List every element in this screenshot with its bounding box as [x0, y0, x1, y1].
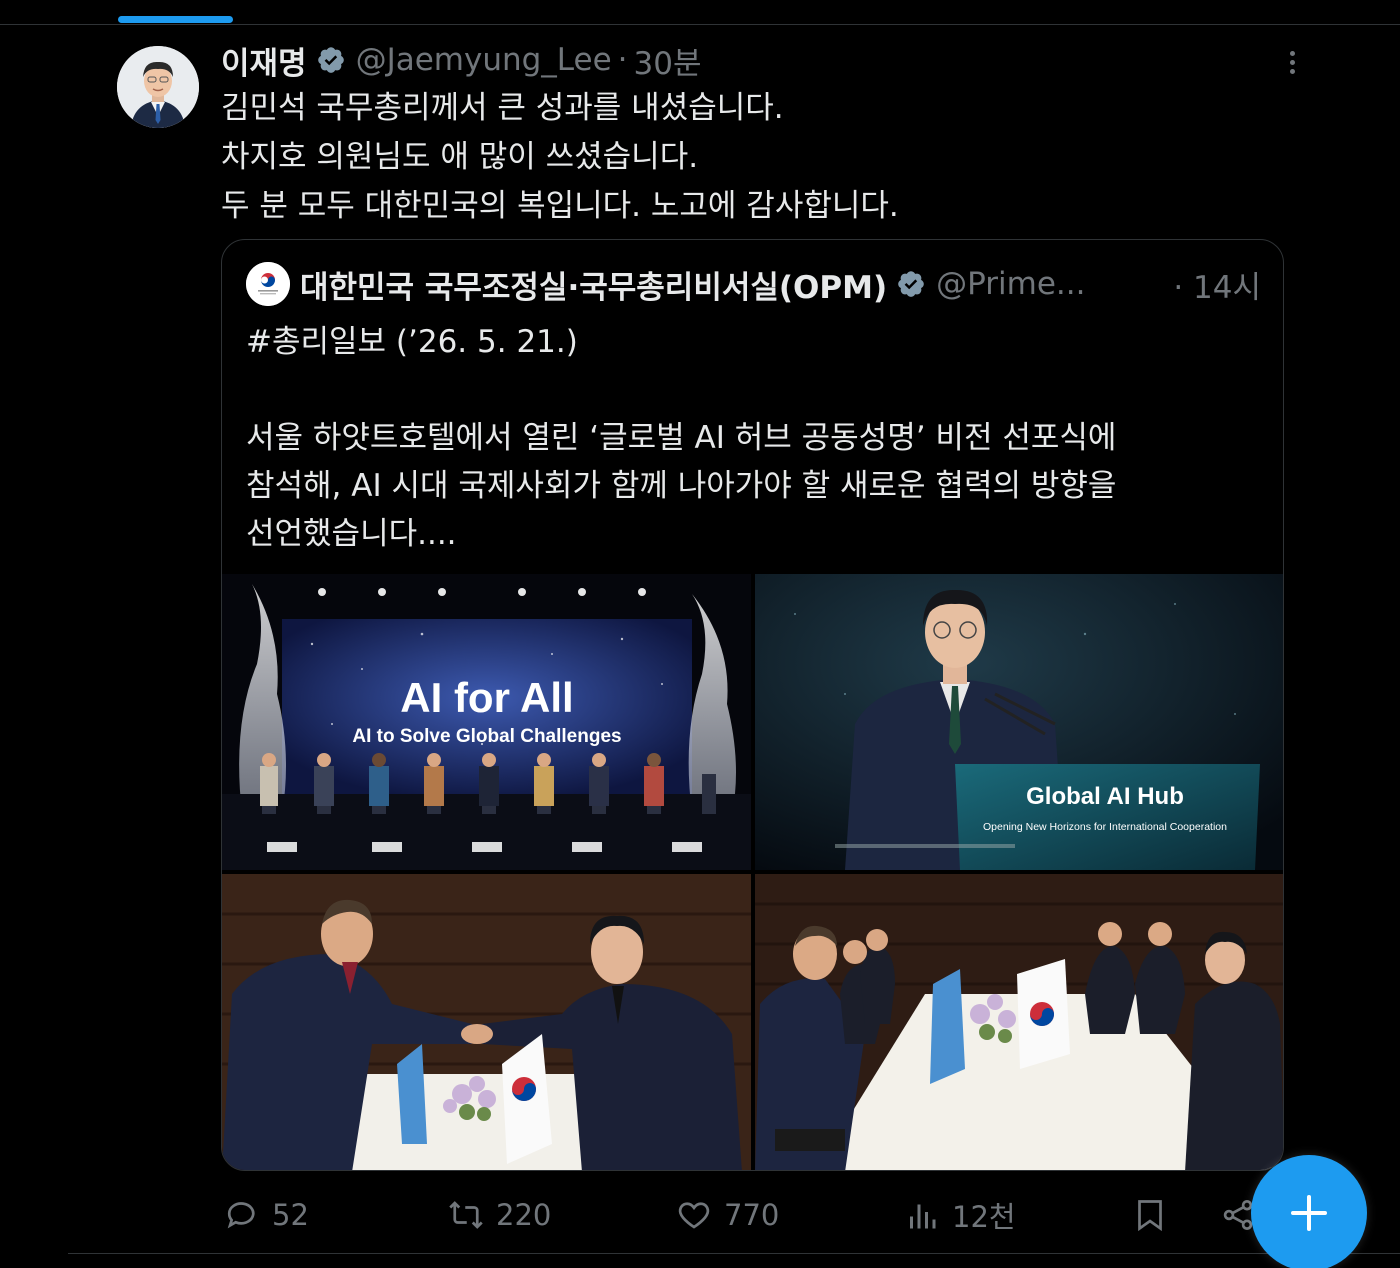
top-divider: [0, 24, 1400, 25]
analytics-icon: [910, 1204, 936, 1229]
repost-icon: [449, 1201, 483, 1229]
like-button[interactable]: 770: [676, 1193, 779, 1237]
quoted-time-value: 14시: [1193, 269, 1261, 306]
podium-title-text: Global AI Hub: [1026, 783, 1184, 810]
quoted-tweet-card[interactable]: 대한민국 국무조정실·국무총리비서실(OPM) @Prime... · 14시 …: [221, 239, 1284, 1171]
reply-button[interactable]: 52: [224, 1193, 309, 1237]
photo-stage-ceremony[interactable]: AI for All AI to Solve Global Challenges: [222, 574, 751, 870]
photo-handshake[interactable]: [222, 874, 751, 1170]
quoted-author-handle[interactable]: @Prime...: [936, 266, 1085, 302]
plus-icon: [1291, 1195, 1327, 1231]
verified-badge-icon: [316, 45, 346, 75]
quoted-text-line: 참석해, AI 시대 국제사회가 함께 나아가야 할 새로운 협력의 방향을: [246, 468, 1117, 504]
quoted-tweet-header: 대한민국 국무조정실·국무총리비서실(OPM) @Prime... · 14시: [246, 262, 1261, 306]
quoted-timestamp[interactable]: · 14시: [1173, 262, 1261, 307]
verified-badge-icon: [896, 269, 926, 299]
quoted-text-line: 서울 하얏트호텔에서 열린 ‘글로벌 AI 허브 공동성명’ 비전 선포식에: [246, 420, 1117, 456]
photo-podium-speech[interactable]: Global AI Hub Opening New Horizons for I…: [755, 574, 1283, 870]
author-handle[interactable]: @Jaemyung_Lee: [356, 42, 612, 78]
repost-count: 220: [496, 1198, 552, 1232]
separator-dot: ·: [617, 42, 628, 78]
separator-dot: ·: [1173, 269, 1184, 306]
tweet-text-line: 김민석 국무총리께서 큰 성과를 내셨습니다.: [221, 90, 784, 126]
stage-subtitle-text: AI to Solve Global Challenges: [352, 726, 621, 747]
tweet-text: 김민석 국무총리께서 큰 성과를 내셨습니다. 차지호 의원님도 애 많이 쓰셨…: [221, 84, 1281, 231]
podium-subtitle-text: Opening New Horizons for International C…: [983, 821, 1227, 833]
views-button[interactable]: 12천: [904, 1193, 1016, 1237]
quoted-author-name[interactable]: 대한민국 국무조정실·국무총리비서실(OPM): [300, 262, 887, 307]
tweet-action-bar: 52 220 770 12천: [224, 1193, 1284, 1237]
author-avatar[interactable]: [117, 46, 199, 128]
bookmark-icon: [1138, 1200, 1162, 1232]
quoted-text-line: 선언했습니다....: [246, 516, 457, 552]
repost-button[interactable]: 220: [448, 1193, 551, 1237]
quoted-tweet-text: #총리일보 (’26. 5. 21.) 서울 하얏트호텔에서 열린 ‘글로벌 A…: [246, 318, 1116, 558]
photo-bilateral-meeting[interactable]: [755, 874, 1283, 1170]
tweet-header: 이재명 @Jaemyung_Lee · 30분: [221, 38, 702, 83]
photo-grid: AI for All AI to Solve Global Challenges: [222, 574, 1283, 1170]
bookmark-button[interactable]: [1132, 1193, 1168, 1237]
tweet-timestamp[interactable]: 30분: [634, 38, 702, 83]
quoted-hashtag-line[interactable]: #총리일보 (’26. 5. 21.): [246, 318, 1116, 366]
views-count: 12천: [952, 1200, 1016, 1234]
author-name[interactable]: 이재명: [221, 38, 307, 83]
compose-button[interactable]: [1251, 1155, 1367, 1268]
heart-icon: [678, 1202, 710, 1229]
quoted-author-avatar[interactable]: [246, 262, 290, 306]
reply-count: 52: [272, 1198, 309, 1232]
active-tab-indicator: [118, 16, 233, 23]
reply-icon: [227, 1202, 255, 1229]
tweet-text-line: 두 분 모두 대한민국의 복입니다. 노고에 감사합니다.: [221, 188, 899, 224]
like-count: 770: [724, 1198, 780, 1232]
more-options-icon[interactable]: [1276, 46, 1308, 78]
stage-title-text: AI for All: [400, 674, 573, 721]
tweet-text-line: 차지호 의원님도 애 많이 쓰셨습니다.: [221, 139, 699, 175]
bottom-divider: [68, 1253, 1400, 1254]
